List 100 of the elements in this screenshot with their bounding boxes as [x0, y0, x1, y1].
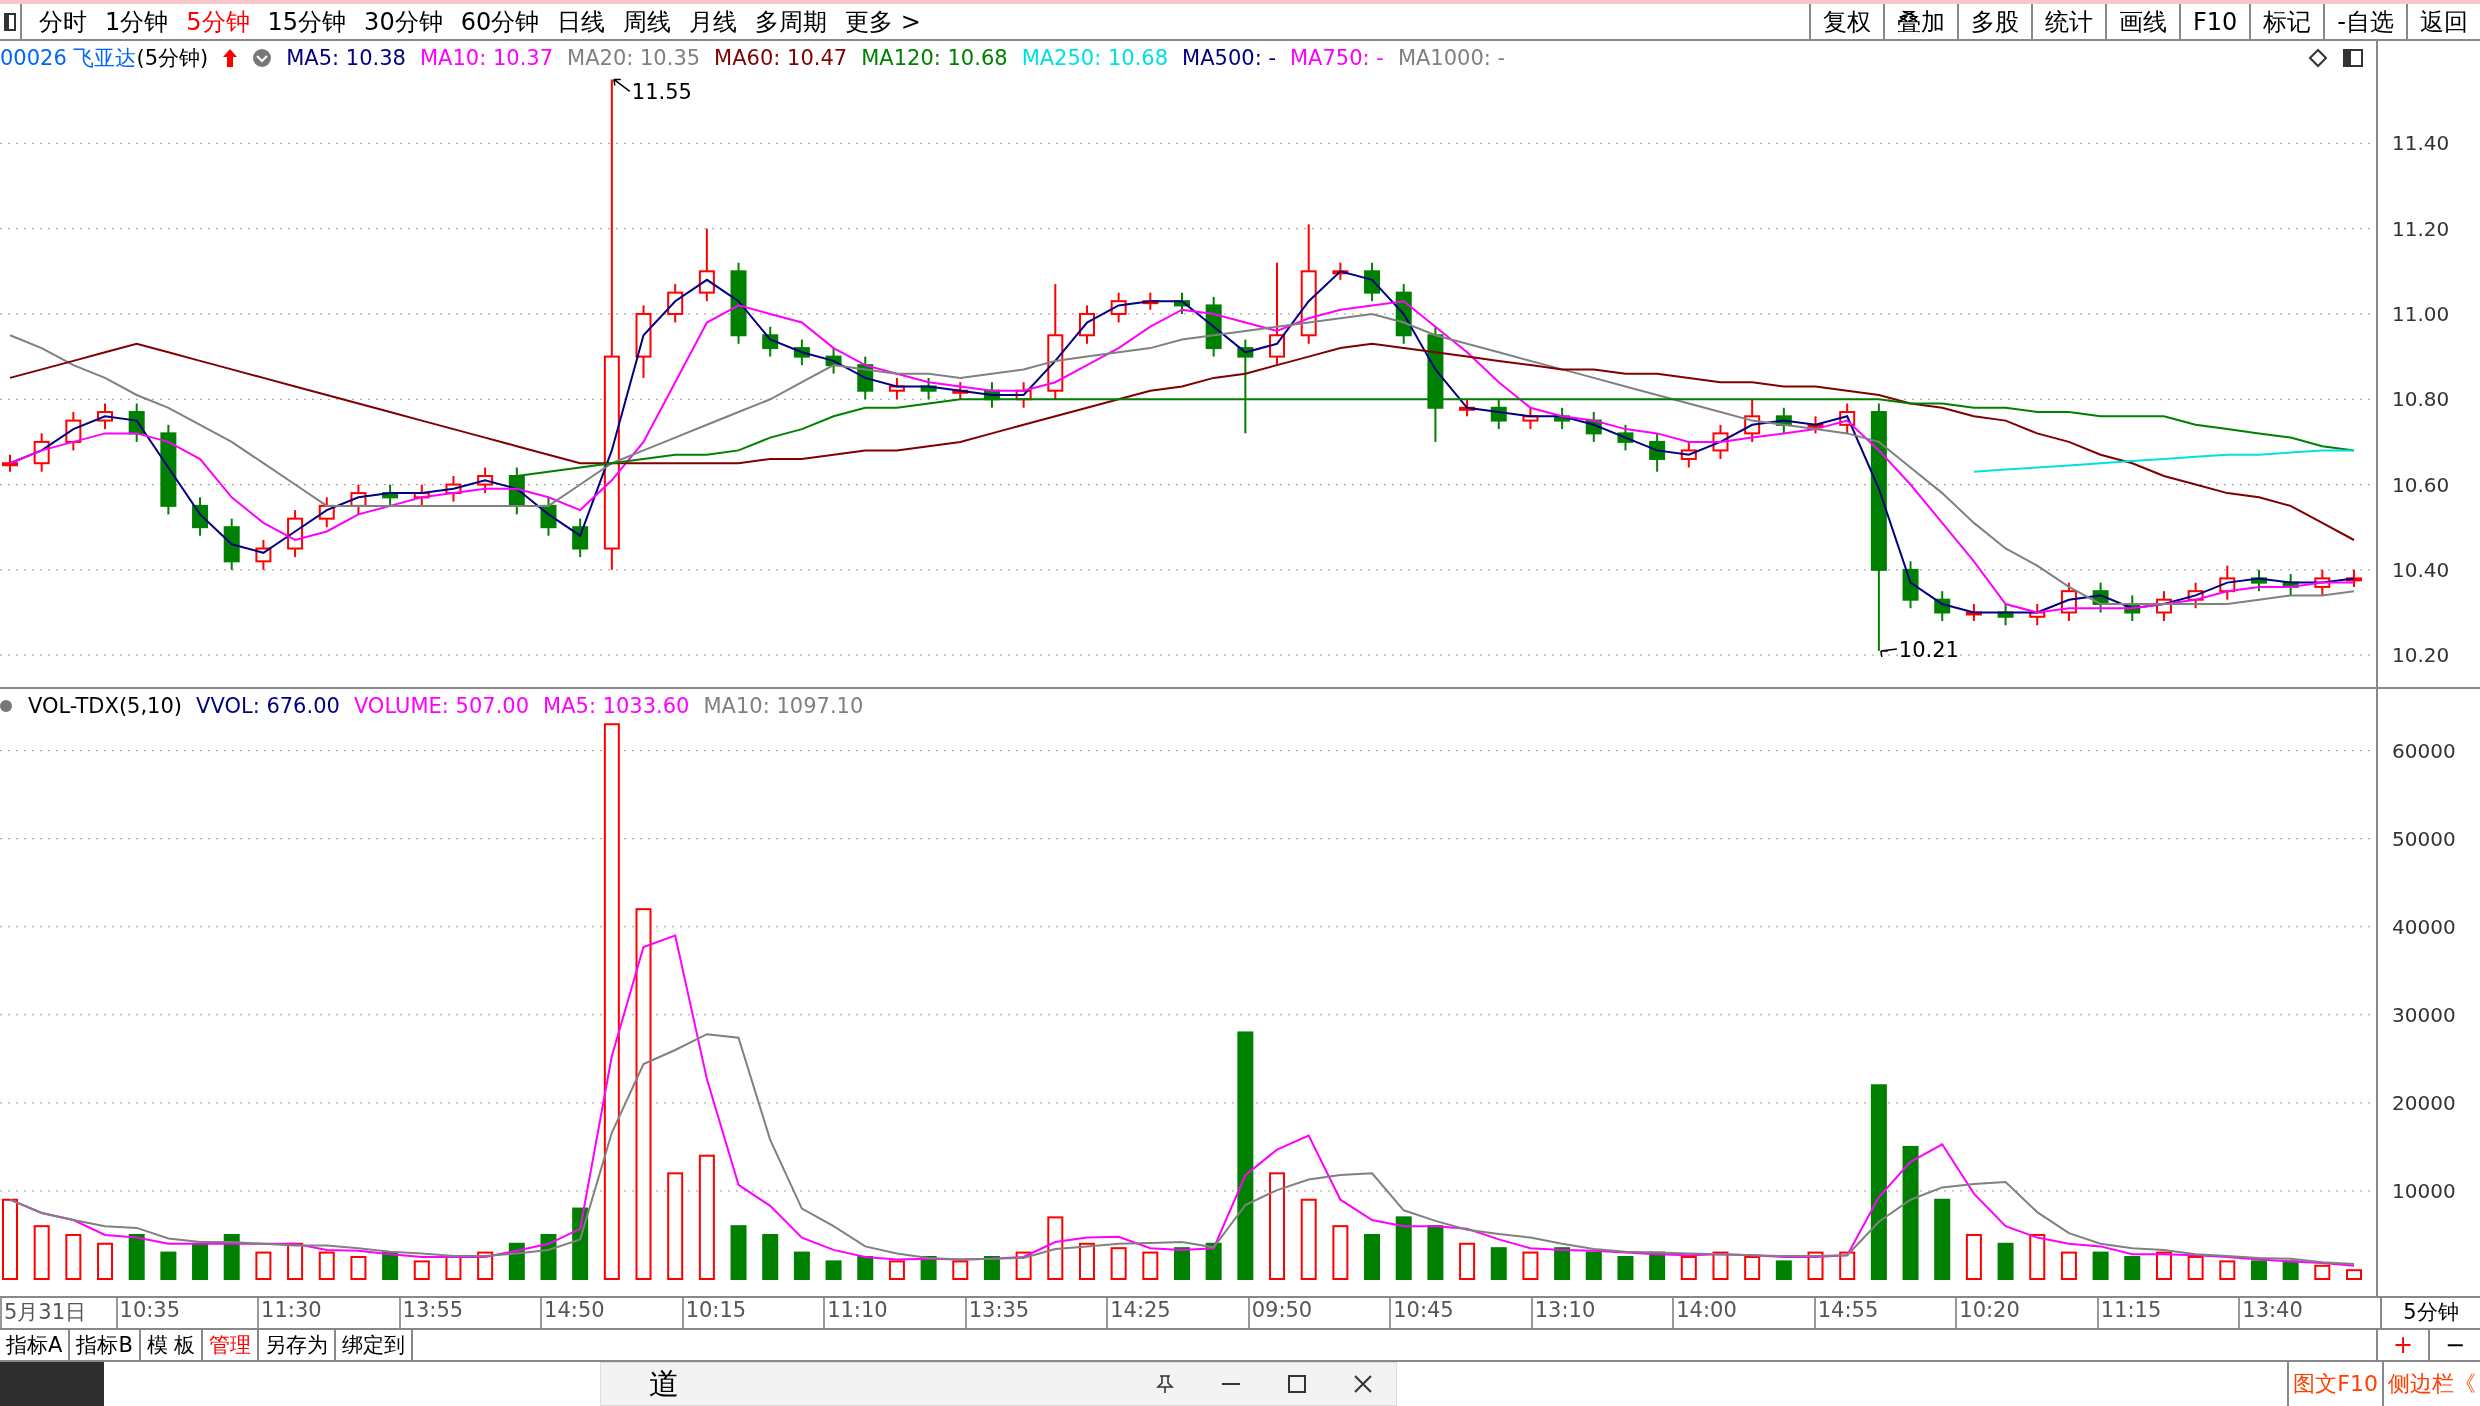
candle: [983, 381, 1000, 409]
time-label: 14:55: [1813, 1298, 1956, 1328]
axis-label: 50000: [2392, 826, 2456, 851]
volume-bar: [1775, 1260, 1792, 1280]
indicator-tab[interactable]: 绑定到: [336, 1330, 414, 1360]
collapse-icon[interactable]: [0, 699, 14, 713]
window-text: 道: [649, 1369, 679, 1399]
volume-bar: [1174, 1247, 1190, 1280]
indicator-tab[interactable]: 指标A: [0, 1330, 71, 1360]
period-tab[interactable]: 30分钟: [355, 4, 452, 39]
time-label: 10:15: [681, 1298, 824, 1328]
candle: [1934, 590, 1951, 623]
dropdown-icon[interactable]: [252, 48, 273, 68]
period-tab[interactable]: 月线: [680, 4, 747, 39]
indicator-tab[interactable]: 另存为: [259, 1330, 337, 1360]
toolbar-button[interactable]: 画线: [2105, 4, 2179, 39]
volume-bar: [287, 1242, 304, 1280]
candle: [762, 325, 779, 358]
candle: [888, 376, 905, 401]
volume-bar: [2314, 1264, 2331, 1280]
volume-bar: [65, 1233, 82, 1280]
indicator-tab[interactable]: 模 板: [140, 1330, 204, 1360]
time-label: 13:35: [964, 1298, 1107, 1328]
time-label: 11:15: [2096, 1298, 2239, 1328]
leader-line: [1880, 648, 1898, 658]
candle: [318, 496, 335, 529]
period-tab[interactable]: 分时: [30, 4, 96, 39]
toolbar-button[interactable]: F10: [2179, 4, 2250, 39]
volume-bar: [2282, 1260, 2299, 1280]
candle: [952, 381, 969, 401]
zoom-out-button[interactable]: −: [2428, 1330, 2480, 1360]
volume-bar: [1807, 1251, 1824, 1280]
candle: [1965, 602, 1982, 623]
candle: [192, 496, 209, 537]
toolbar-button[interactable]: 标记: [2249, 4, 2324, 39]
axis-label: 10.80: [2392, 387, 2450, 412]
volume-bar: [857, 1256, 874, 1280]
toolbar-button[interactable]: 复权: [1809, 4, 1883, 39]
volume-bar: [477, 1251, 494, 1280]
candle: [825, 347, 842, 375]
period-tab[interactable]: 周线: [614, 4, 681, 39]
volume-bar: [33, 1225, 50, 1280]
candle: [33, 432, 50, 473]
candle: [1680, 440, 1697, 469]
candle: [1522, 406, 1539, 431]
volume-bar: [1997, 1242, 2014, 1280]
stock-title: 00026 飞亚达(5分钟): [0, 45, 209, 72]
volume-bar: [223, 1233, 240, 1280]
indicator-value: MA5: 1033.60: [543, 694, 690, 718]
period-tab[interactable]: 多周期: [746, 4, 837, 39]
candle: [2124, 594, 2141, 623]
indicator-value: MA5: 10.38: [286, 46, 406, 70]
candle: [1649, 432, 1666, 473]
toolbar-button[interactable]: 多股: [1957, 4, 2031, 39]
diamond-icon[interactable]: [2308, 47, 2328, 69]
volume-bar: [1839, 1251, 1856, 1280]
toolbar-button[interactable]: 统计: [2031, 4, 2105, 39]
candle: [1997, 602, 2014, 627]
side-link[interactable]: 图文F10: [2287, 1362, 2382, 1406]
candle: [508, 466, 525, 516]
volume-bar: [1205, 1242, 1222, 1280]
candle: [65, 411, 82, 452]
candle: [2219, 564, 2236, 601]
panel-icon[interactable]: [4, 12, 16, 31]
price-label: 10.21: [1898, 637, 1959, 662]
toolbar-button[interactable]: -自选: [2323, 4, 2406, 39]
volume-bar: [983, 1256, 1000, 1280]
time-label: 10:35: [115, 1298, 258, 1328]
indicator-value: MA120: 10.68: [861, 46, 1008, 70]
volume-bar: [2187, 1256, 2204, 1280]
candle: [1459, 398, 1476, 418]
minimize-icon: [1222, 1382, 1240, 1386]
period-tab[interactable]: 5分钟: [177, 4, 259, 39]
side-link[interactable]: 侧边栏《: [2382, 1362, 2480, 1406]
candle: [1617, 423, 1634, 452]
indicator-tab[interactable]: 指标B: [70, 1330, 141, 1360]
period-tab[interactable]: 15分钟: [258, 4, 356, 39]
panel-icon[interactable]: [2342, 47, 2364, 69]
candle: [2029, 602, 2046, 627]
indicator-tab[interactable]: 管理: [203, 1330, 260, 1360]
axis-label: 10000: [2392, 1178, 2456, 1203]
period-tab[interactable]: 日线: [548, 4, 615, 39]
toolbar-button[interactable]: 叠加: [1883, 4, 1957, 39]
volume-bar: [1078, 1242, 1095, 1280]
zoom-in-button[interactable]: +: [2376, 1330, 2428, 1360]
period-tab[interactable]: 60分钟: [451, 4, 549, 39]
volume-bar: [1047, 1216, 1064, 1280]
indicator-value: MA10: 1097.10: [703, 694, 864, 718]
close-icon: [1354, 1375, 1372, 1393]
time-label: 14:25: [1106, 1298, 1248, 1328]
more-button[interactable]: 更多 >: [836, 4, 930, 39]
candle: [1205, 295, 1222, 358]
candle: [1712, 423, 1729, 460]
candle: [128, 402, 145, 443]
volume-bar: [2124, 1256, 2141, 1280]
indicator-value: MA60: 10.47: [714, 46, 848, 70]
period-tab[interactable]: 1分钟: [96, 4, 178, 39]
toolbar-button[interactable]: 返回: [2406, 4, 2480, 39]
volume-bar: [192, 1242, 209, 1280]
axis-label: 11.00: [2392, 301, 2450, 326]
